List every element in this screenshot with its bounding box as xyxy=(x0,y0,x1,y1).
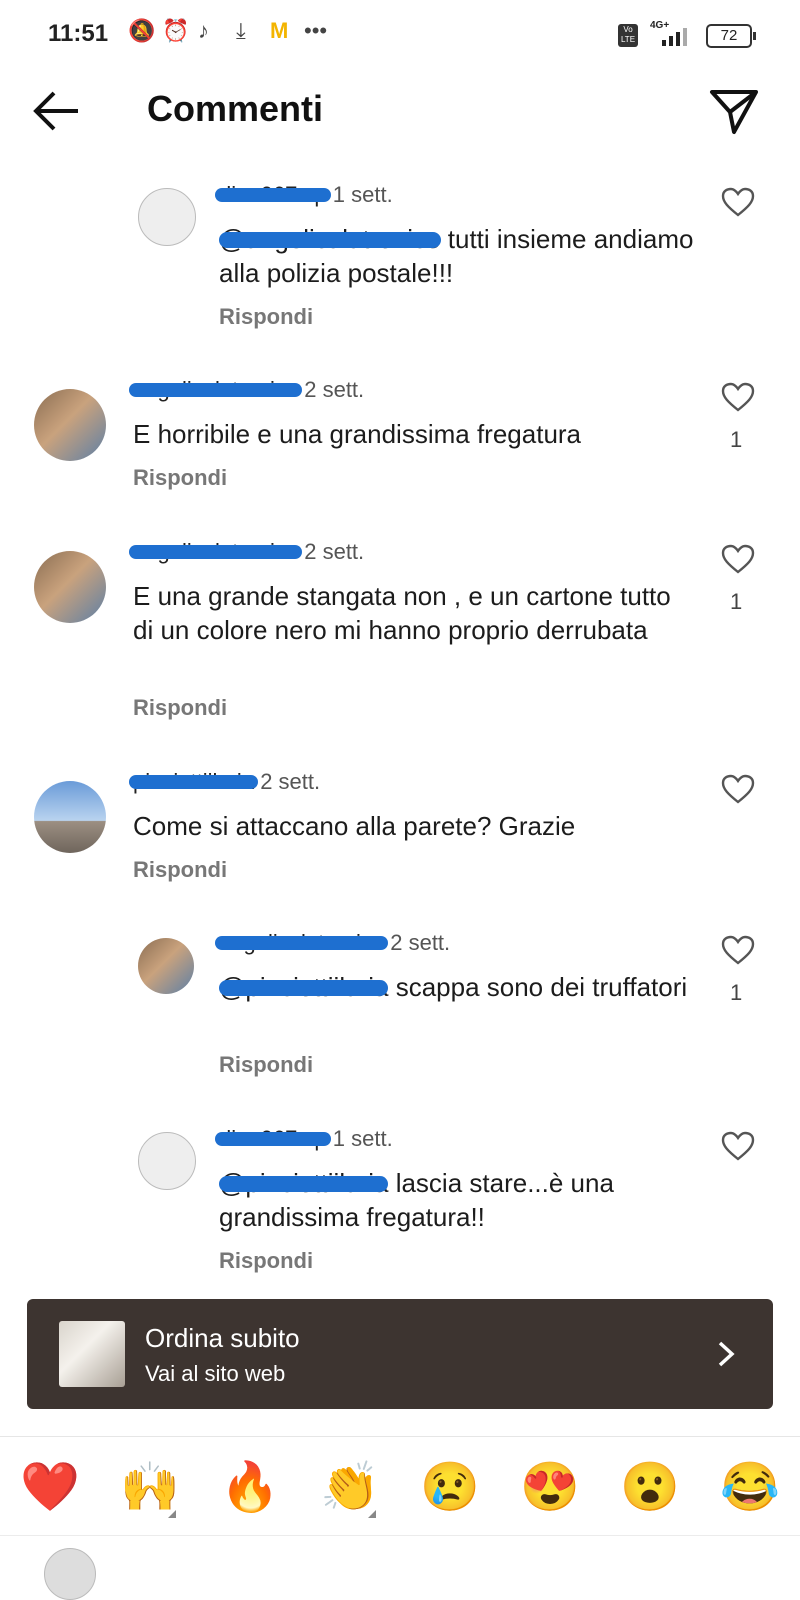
username[interactable]: angelicalatronico xyxy=(214,930,389,956)
username[interactable]: dino067.sp xyxy=(215,182,331,208)
emoji-glyph: 🙌 xyxy=(120,1461,180,1514)
alarm-icon: ⏰ xyxy=(162,18,190,43)
avatar[interactable] xyxy=(34,551,106,623)
chevron-right-icon xyxy=(718,1341,735,1367)
comment-item: angelicalatronico 2 sett. E una grande s… xyxy=(0,537,800,737)
emoji-reaction-bar: ❤️ 🙌 🔥 👏 😢 😍 😮 😂 xyxy=(0,1450,800,1530)
reply-button[interactable]: Rispondi xyxy=(219,1248,313,1274)
divider xyxy=(0,1436,800,1437)
heart-icon[interactable] xyxy=(720,186,756,218)
username[interactable]: pinciottiilaria xyxy=(128,769,259,795)
username[interactable]: angelicalatronico xyxy=(128,539,303,565)
comment-text: E horribile e una grandissima fregatura xyxy=(133,417,633,451)
comment-text: E una grande stangata non , e un cartone… xyxy=(133,579,693,647)
ad-thumbnail xyxy=(59,1321,125,1387)
variant-indicator-icon xyxy=(168,1510,176,1518)
battery-icon: 72 xyxy=(706,24,756,48)
comment-item: dino067.sp 1 sett. @pinciottiilaria lasc… xyxy=(0,1124,800,1284)
red-heart-emoji-button[interactable]: ❤️ xyxy=(18,1458,82,1518)
comment-meta: pinciottiilaria 2 sett. xyxy=(128,769,321,795)
heart-icon[interactable] xyxy=(720,773,756,805)
clapping-emoji-button[interactable]: 👏 xyxy=(318,1458,382,1518)
avatar[interactable] xyxy=(138,188,196,246)
mention[interactable]: @pinciottiilaria xyxy=(219,972,388,1002)
avatar[interactable] xyxy=(34,389,106,461)
variant-indicator-icon xyxy=(368,1510,376,1518)
page-title: Commenti xyxy=(147,88,324,129)
mention[interactable]: @pinciottiilaria xyxy=(219,1168,388,1198)
heart-icon[interactable] xyxy=(720,1130,756,1162)
avatar[interactable] xyxy=(138,938,194,994)
heart-eyes-emoji-button[interactable]: 😍 xyxy=(518,1458,582,1518)
back-arrow-icon[interactable] xyxy=(30,88,82,134)
username[interactable]: angelicalatronico xyxy=(128,377,303,403)
comment-item: angelicalatronico 2 sett. E horribile e … xyxy=(0,375,800,515)
comment-body: E una grande stangata non , e un cartone… xyxy=(133,581,671,645)
ad-banner[interactable]: Ordina subito Vai al sito web xyxy=(27,1299,773,1409)
more-notifications-icon: ••• xyxy=(304,18,328,43)
raising-hands-emoji-button[interactable]: 🙌 xyxy=(118,1458,182,1518)
comment-age: 1 sett. xyxy=(332,1126,393,1151)
comment-text: @angelicalatronico tutti insieme andiamo… xyxy=(219,222,719,290)
download-icon: ⤓ xyxy=(236,18,246,43)
comment-meta: angelicalatronico 2 sett. xyxy=(128,377,365,403)
muted-bell-icon: 🔕 xyxy=(128,18,156,43)
comment-meta: dino067.sp 1 sett. xyxy=(215,1126,393,1152)
comment-body: Come si attaccano alla parete? Grazie xyxy=(133,811,576,841)
avatar[interactable] xyxy=(34,781,106,853)
comment-item: pinciottiilaria 2 sett. Come si attaccan… xyxy=(0,767,800,907)
volte-icon: Vo LTE xyxy=(618,24,638,47)
heart-icon[interactable] xyxy=(720,934,756,966)
comment-item: angelicalatronico 2 sett. @pinciottiilar… xyxy=(0,928,800,1098)
ad-subtitle: Vai al sito web xyxy=(145,1361,286,1386)
status-bar: 11:51 🔕 ⏰ ♪ ⤓ M ••• Vo LTE 4G+ 72 xyxy=(0,0,800,70)
avatar[interactable] xyxy=(138,1132,196,1190)
app-header: Commenti xyxy=(0,70,800,160)
surprised-emoji-button[interactable]: 😮 xyxy=(618,1458,682,1518)
comment-text: @pinciottiilaria scappa sono dei truffat… xyxy=(219,970,689,1004)
reply-button[interactable]: Rispondi xyxy=(133,695,227,721)
comment-age: 1 sett. xyxy=(332,182,393,207)
signal-icon xyxy=(662,28,687,46)
comment-text: @pinciottiilaria lascia stare...è una gr… xyxy=(219,1166,689,1234)
comment-text: Come si attaccano alla parete? Grazie xyxy=(133,809,633,843)
reply-button[interactable]: Rispondi xyxy=(133,465,227,491)
mcdonalds-icon: M xyxy=(270,18,289,43)
send-icon[interactable] xyxy=(708,86,760,136)
heart-icon[interactable] xyxy=(720,543,756,575)
comment-age: 2 sett. xyxy=(304,377,365,402)
like-count: 1 xyxy=(730,980,743,1005)
comment-body: scappa sono dei truffatori xyxy=(388,972,688,1002)
emoji-glyph: 👏 xyxy=(320,1461,380,1514)
mention[interactable]: @angelicalatronico xyxy=(219,224,441,254)
clock: 11:51 xyxy=(48,20,109,47)
ad-title: Ordina subito xyxy=(145,1323,300,1353)
reply-button[interactable]: Rispondi xyxy=(133,857,227,883)
reply-button[interactable]: Rispondi xyxy=(219,1052,313,1078)
username[interactable]: dino067.sp xyxy=(215,1126,331,1152)
comment-meta: angelicalatronico 2 sett. xyxy=(214,930,451,956)
comment-item: dino067.sp 1 sett. @angelicalatronico tu… xyxy=(0,180,800,350)
heart-icon[interactable] xyxy=(720,381,756,413)
comment-age: 2 sett. xyxy=(390,930,451,955)
laughing-emoji-button[interactable]: 😂 xyxy=(718,1458,782,1518)
comment-age: 2 sett. xyxy=(304,539,365,564)
comment-age: 2 sett. xyxy=(260,769,321,794)
reply-button[interactable]: Rispondi xyxy=(219,304,313,330)
divider xyxy=(0,1535,800,1536)
tiktok-icon: ♪ xyxy=(198,18,209,43)
like-count: 1 xyxy=(730,427,743,452)
comment-meta: angelicalatronico 2 sett. xyxy=(128,539,365,565)
like-count: 1 xyxy=(730,589,743,614)
comment-body: E horribile e una grandissima fregatura xyxy=(133,419,582,449)
comment-meta: dino067.sp 1 sett. xyxy=(215,182,393,208)
fire-emoji-button[interactable]: 🔥 xyxy=(218,1458,282,1518)
crying-emoji-button[interactable]: 😢 xyxy=(418,1458,482,1518)
current-user-avatar xyxy=(44,1548,96,1600)
